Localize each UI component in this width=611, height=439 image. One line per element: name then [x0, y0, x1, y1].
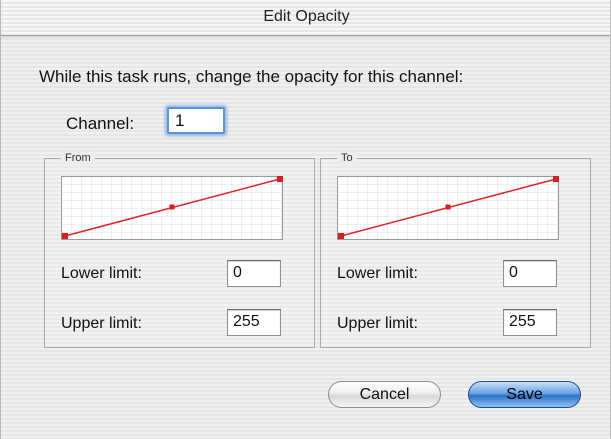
to-upper-limit-field[interactable]: 255: [503, 309, 557, 336]
from-group-title: From: [61, 151, 95, 165]
from-upper-limit-label: Upper limit:: [61, 315, 142, 332]
from-curve-end-handle[interactable]: [277, 176, 283, 182]
to-curve-start-handle[interactable]: [338, 233, 344, 239]
window-title: Edit Opacity: [263, 8, 350, 25]
from-curve-start-handle[interactable]: [62, 233, 68, 239]
to-upper-limit-label: Upper limit:: [337, 315, 418, 332]
title-bar: Edit Opacity: [1, 0, 610, 36]
to-curve-end-handle[interactable]: [553, 176, 559, 182]
to-curve-mid-handle[interactable]: [445, 204, 451, 210]
to-group-title: To: [337, 151, 357, 165]
cancel-button[interactable]: Cancel: [328, 381, 441, 408]
from-group: From Lower limit: 0 Upper limit: 255: [44, 151, 315, 348]
channel-label: Channel:: [66, 114, 135, 133]
from-upper-limit-field[interactable]: 255: [227, 309, 281, 336]
save-button[interactable]: Save: [468, 381, 581, 408]
from-lower-limit-label: Lower limit:: [61, 265, 142, 282]
from-opacity-curve-graph[interactable]: [61, 176, 283, 240]
to-lower-limit-label: Lower limit:: [337, 265, 418, 282]
to-opacity-curve-graph[interactable]: [337, 176, 559, 240]
to-lower-limit-field[interactable]: 0: [503, 260, 557, 287]
instruction-text: While this task runs, change the opacity…: [39, 67, 464, 86]
to-group: To Lower limit: 0 Upper limit: 255: [320, 151, 591, 348]
from-lower-limit-field[interactable]: 0: [227, 260, 281, 287]
from-curve-mid-handle[interactable]: [169, 204, 175, 210]
edit-opacity-dialog: Edit Opacity While this task runs, chang…: [0, 0, 611, 439]
channel-input[interactable]: [167, 107, 225, 134]
